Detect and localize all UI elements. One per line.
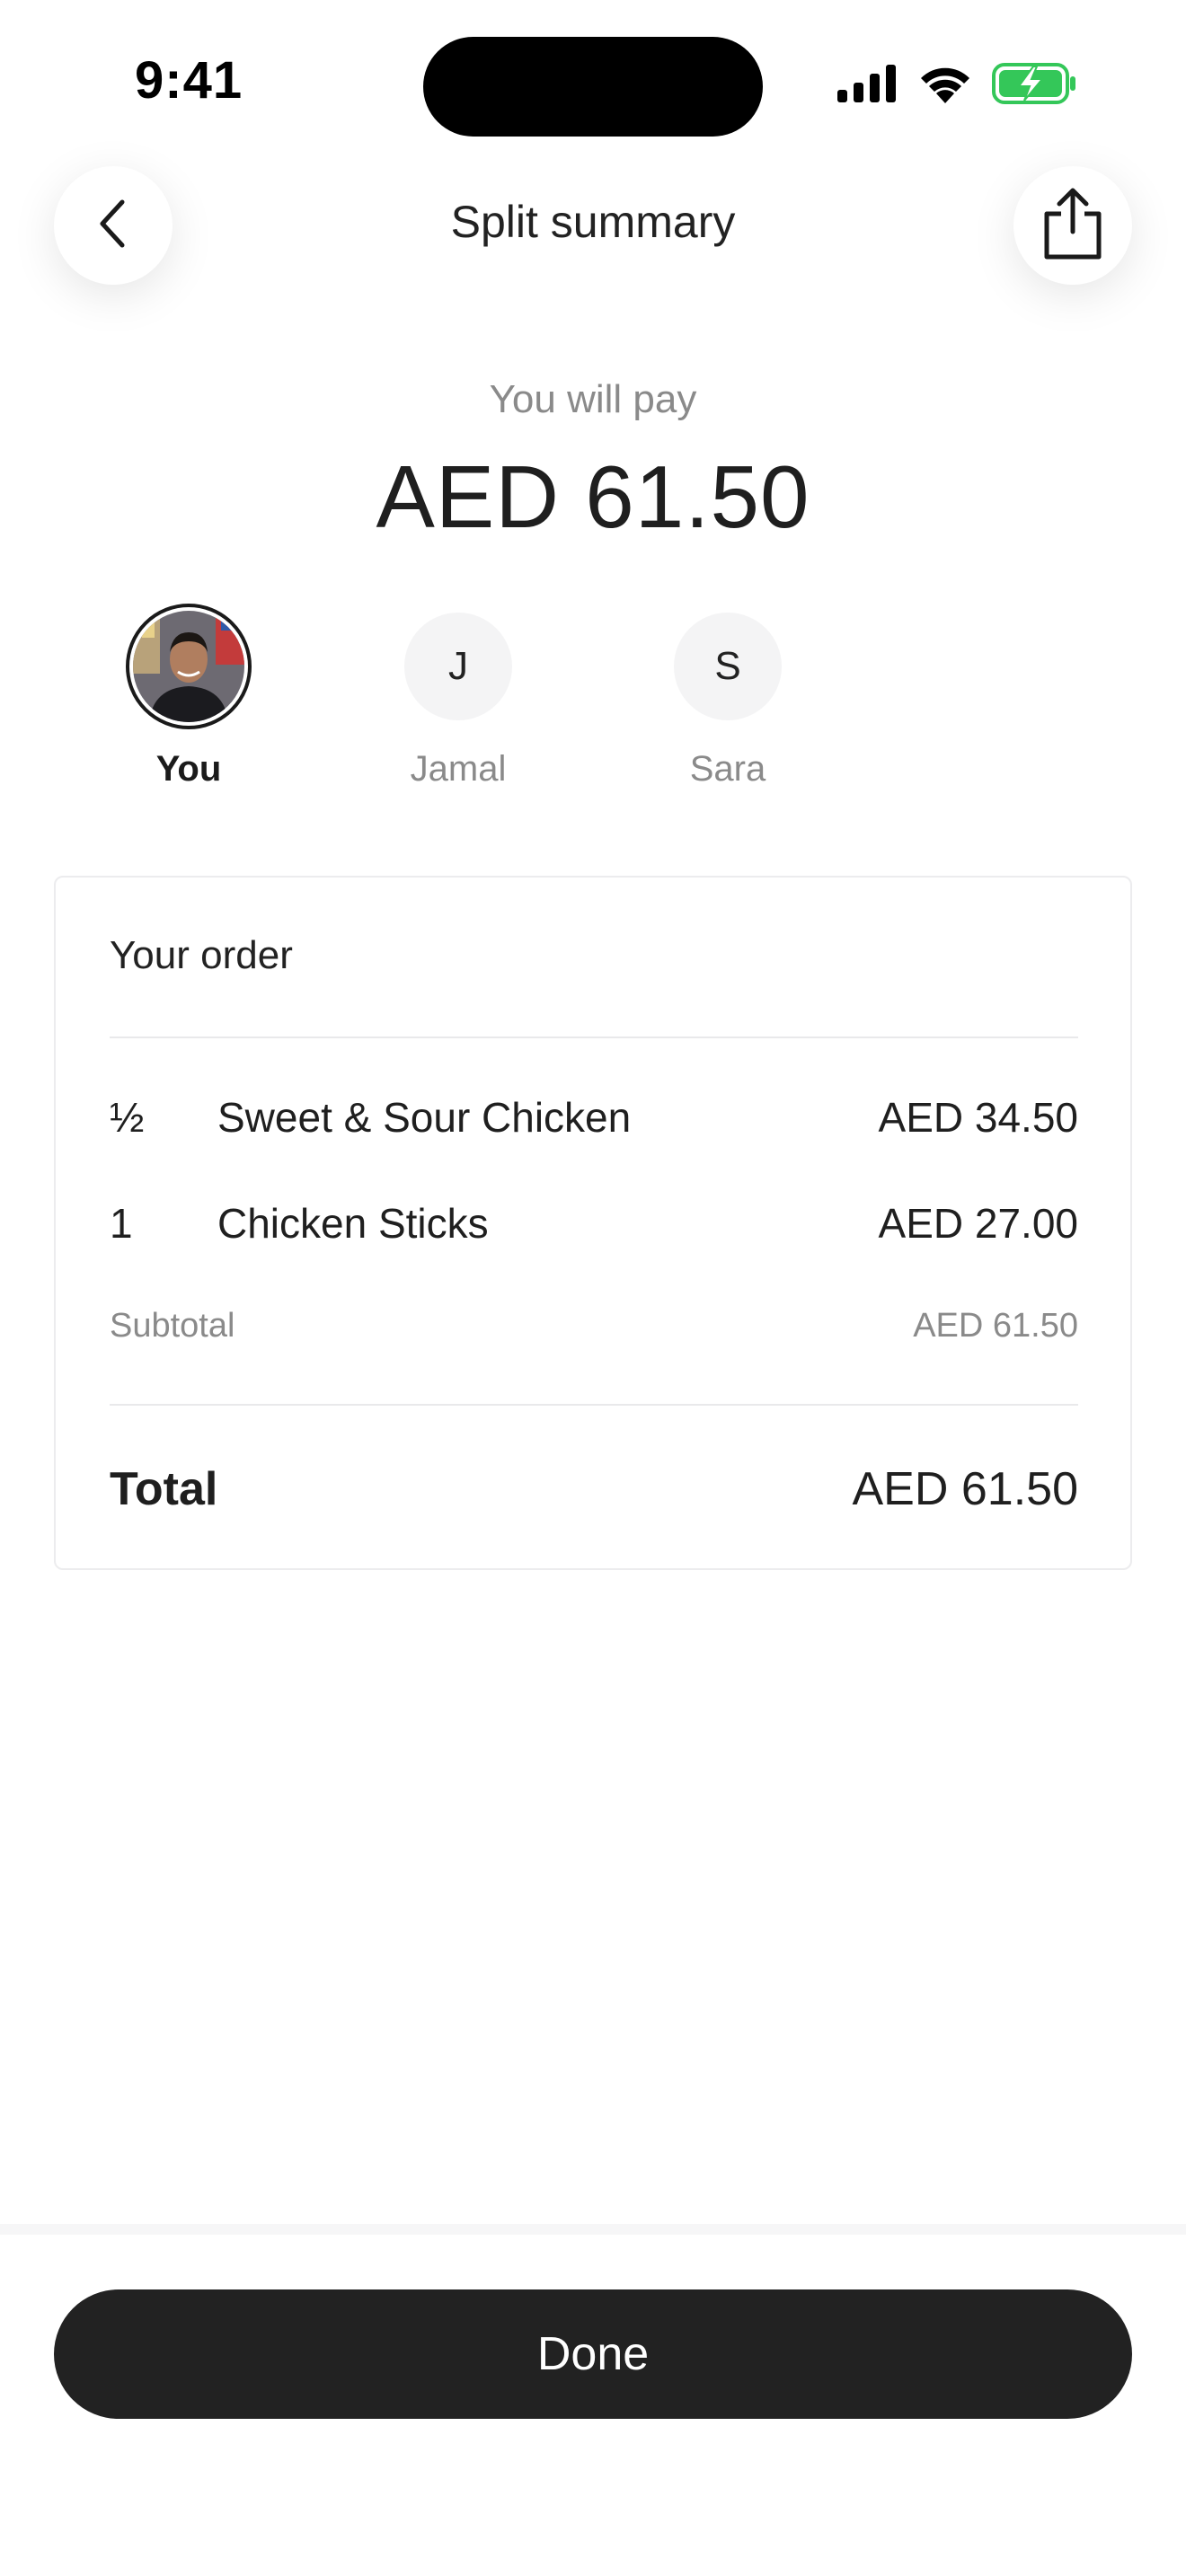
avatar-initial: S xyxy=(674,613,782,720)
order-title: Your order xyxy=(110,933,293,977)
item-quantity: 1 xyxy=(110,1200,133,1247)
participant-name: You xyxy=(155,749,222,789)
share-icon xyxy=(1041,187,1104,265)
dynamic-island xyxy=(423,37,763,137)
footer-separator xyxy=(0,2224,1186,2235)
order-card: Your order ½ Sweet & Sour Chicken AED 34… xyxy=(54,876,1132,1570)
pay-label: You will pay xyxy=(489,377,697,421)
participant-sara[interactable]: S Sara xyxy=(629,604,827,790)
status-icons xyxy=(837,63,1078,109)
subtotal-value: AED 61.50 xyxy=(913,1307,1078,1345)
status-bar: 9:41 xyxy=(0,0,1186,153)
divider xyxy=(110,1037,1078,1038)
participant-name: Sara xyxy=(689,749,766,789)
divider xyxy=(110,1404,1078,1406)
avatar-photo xyxy=(133,611,244,722)
pay-amount: AED 61.50 xyxy=(376,447,810,546)
subtotal-label: Subtotal xyxy=(110,1307,235,1345)
share-button[interactable] xyxy=(1013,166,1132,285)
subtotal-row: Subtotal AED 61.50 xyxy=(110,1307,1078,1345)
participant-jamal[interactable]: J Jamal xyxy=(359,604,557,790)
item-price: AED 27.00 xyxy=(878,1200,1078,1247)
total-value: AED 61.50 xyxy=(852,1463,1079,1515)
item-quantity: ½ xyxy=(110,1094,145,1141)
order-item-row: ½ Sweet & Sour Chicken AED 34.50 xyxy=(110,1093,1078,1147)
item-price: AED 34.50 xyxy=(878,1094,1078,1141)
total-label: Total xyxy=(110,1463,218,1515)
wifi-icon xyxy=(918,64,972,108)
item-name: Sweet & Sour Chicken xyxy=(217,1094,632,1141)
participant-name: Jamal xyxy=(410,749,507,789)
done-button[interactable]: Done xyxy=(54,2289,1132,2419)
battery-charging-icon xyxy=(992,63,1078,109)
page-title: Split summary xyxy=(450,197,736,247)
item-name: Chicken Sticks xyxy=(217,1200,489,1247)
avatar-initial: J xyxy=(404,613,512,720)
participant-you[interactable]: You xyxy=(90,604,288,790)
status-time: 9:41 xyxy=(135,51,243,110)
avatar xyxy=(126,604,252,729)
cellular-signal-icon xyxy=(837,65,898,107)
total-row: Total AED 61.50 xyxy=(110,1462,1078,1516)
order-item-row: 1 Chicken Sticks AED 27.00 xyxy=(110,1199,1078,1253)
